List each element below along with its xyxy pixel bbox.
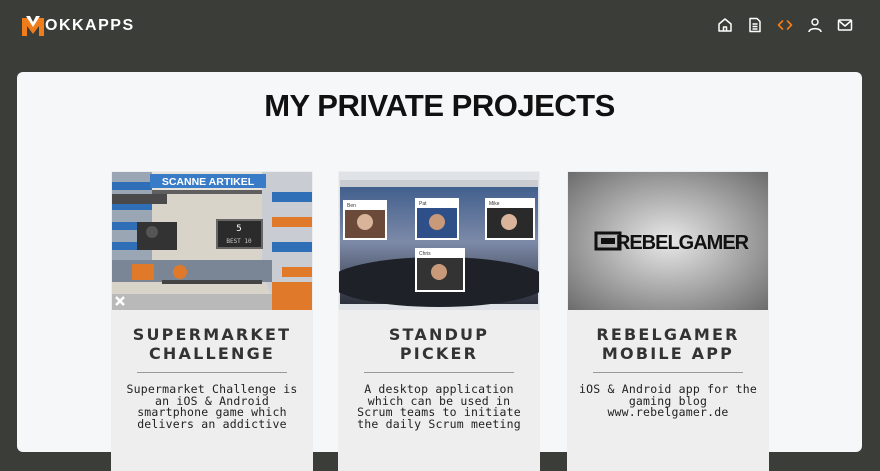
thumb-logo-text: REBELGAMER — [616, 232, 750, 254]
nav-home[interactable] — [717, 16, 733, 34]
project-description: iOS & Android app for the gaming blog ww… — [578, 382, 758, 419]
logo-text: OKKAPPS — [45, 17, 135, 34]
user-icon — [808, 18, 822, 33]
logo-m-icon — [22, 16, 44, 36]
project-description: A desktop application which can be used … — [357, 382, 521, 431]
project-thumbnail: SCANNE ARTIKEL 5 BEST 10 — [112, 172, 312, 310]
participant-name: Mike — [489, 201, 500, 207]
thumb-best: BEST 10 — [226, 238, 252, 245]
project-card-standup-picker[interactable]: Ben Pat Mike Chris STANDUP PICKER A desk… — [338, 171, 540, 471]
participant-name: Ben — [347, 203, 356, 209]
project-card-rebelgamer[interactable]: REBELGAMER REBELGAMER MOBILE APP iOS & A… — [567, 171, 769, 471]
home-icon — [718, 18, 732, 32]
project-thumbnail: Ben Pat Mike Chris — [339, 172, 539, 310]
page-title: MY PRIVATE PROJECTS — [264, 88, 615, 123]
mail-icon — [837, 19, 853, 31]
project-thumbnail: REBELGAMER — [568, 172, 768, 310]
project-description: Supermarket Challenge is an iOS & Androi… — [126, 382, 298, 431]
nav-documents[interactable] — [747, 16, 763, 34]
participant-name: Pat — [419, 201, 427, 207]
document-icon — [749, 17, 761, 33]
title-divider — [137, 372, 287, 373]
main-nav — [717, 16, 853, 34]
thumb-banner-text: SCANNE ARTIKEL — [162, 176, 255, 188]
code-icon — [777, 20, 793, 30]
project-title: REBELGAMER MOBILE APP — [596, 325, 740, 363]
title-divider — [593, 372, 743, 373]
title-divider — [364, 372, 514, 373]
project-title: SUPERMARKET CHALLENGE — [132, 325, 292, 363]
thumb-score: 5 — [236, 224, 241, 234]
projects-card: MY PRIVATE PROJECTS SCANNE ARTIKEL 5 BES… — [17, 72, 862, 471]
nav-user[interactable] — [807, 16, 823, 34]
mokkapps-logo[interactable]: OKKAPPS — [22, 15, 135, 37]
nav-mail[interactable] — [837, 16, 853, 34]
nav-code[interactable] — [777, 16, 793, 34]
project-title: STANDUP PICKER — [388, 325, 490, 363]
project-card-supermarket-challenge[interactable]: SCANNE ARTIKEL 5 BEST 10 SUPERMARKET CHA… — [111, 171, 313, 471]
top-navigation-bar: OKKAPPS — [0, 0, 880, 52]
participant-name: Chris — [419, 251, 431, 257]
